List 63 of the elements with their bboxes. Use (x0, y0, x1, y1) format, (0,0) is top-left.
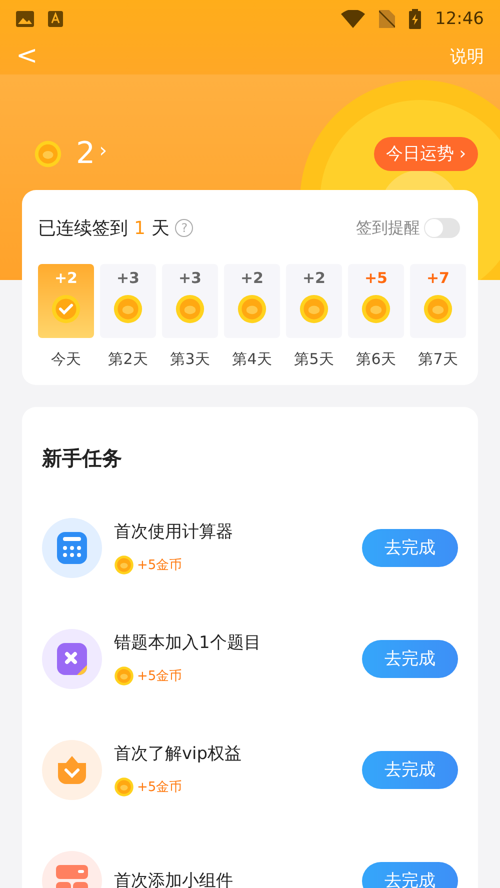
streak-unit: 天 (151, 217, 170, 240)
day-reward: +3 (178, 269, 202, 287)
calculator-icon (57, 532, 87, 564)
day-tile[interactable]: +5 (348, 264, 404, 338)
task-reward: +5金币 (137, 557, 182, 574)
coin-icon (423, 294, 453, 324)
coin-icon (361, 294, 391, 324)
coin-icon (114, 555, 134, 575)
task-title: 错题本加入1个题目 (114, 632, 262, 654)
day-tile[interactable]: +2 (286, 264, 342, 338)
clock-time: 12:46 (435, 9, 484, 29)
reminder-toggle[interactable] (424, 218, 460, 238)
task-reward: +5金币 (137, 668, 182, 685)
crown-icon (58, 756, 86, 784)
day-tile[interactable]: +2 (38, 264, 94, 338)
coin-icon (113, 294, 143, 324)
day-label: 第3天 (170, 350, 210, 369)
wifi-icon (341, 10, 365, 28)
coin-icon (34, 140, 62, 168)
battery-icon (409, 9, 421, 29)
cross-note-icon (57, 642, 87, 674)
task-reward: +5金币 (137, 779, 182, 796)
day-tile[interactable]: +3 (162, 264, 218, 338)
day-reward: +2 (302, 269, 326, 287)
day-reward: +5 (364, 269, 388, 287)
coin-check-icon (51, 294, 81, 324)
streak-label: 已连续签到 (38, 217, 128, 240)
day-tile[interactable]: +2 (224, 264, 280, 338)
reminder-label: 签到提醒 (356, 218, 420, 238)
image-icon (16, 11, 34, 27)
coin-icon (114, 666, 134, 686)
day-reward: +7 (426, 269, 450, 287)
help-link[interactable]: 说明 (450, 44, 484, 68)
task-title: 首次使用计算器 (114, 521, 234, 543)
chevron-text: › (99, 138, 108, 162)
day-tile[interactable]: +7 (410, 264, 466, 338)
day-label: 第2天 (108, 350, 148, 369)
day-reward: +2 (240, 269, 264, 287)
help-icon[interactable]: ? (175, 219, 194, 237)
coin-icon (237, 294, 267, 324)
task-title: 首次了解vip权益 (114, 743, 243, 765)
coin-icon (299, 294, 329, 324)
day-label: 第6天 (356, 350, 396, 369)
coin-icon (114, 777, 134, 797)
no-sim-icon (379, 10, 395, 28)
complete-button[interactable]: 去完成 (362, 750, 458, 788)
coin-balance[interactable]: 2 (76, 136, 96, 171)
complete-button[interactable]: 去完成 (362, 528, 458, 566)
day-tile[interactable]: +3 (100, 264, 156, 338)
day-reward: +3 (116, 269, 140, 287)
coin-icon (175, 294, 205, 324)
widget-icon (56, 864, 88, 888)
day-label: 第7天 (418, 350, 458, 369)
back-button[interactable]: < (16, 43, 38, 69)
day-label: 今天 (51, 350, 81, 369)
section-title: 新手任务 (42, 445, 123, 472)
streak-count: 1 (134, 218, 146, 238)
day-label: 第4天 (232, 350, 272, 369)
font-icon (48, 11, 63, 27)
day-label: 第5天 (294, 350, 334, 369)
day-reward: +2 (54, 269, 78, 287)
fortune-button[interactable]: 今日运势 › (374, 136, 478, 170)
complete-button[interactable]: 去完成 (362, 640, 458, 678)
